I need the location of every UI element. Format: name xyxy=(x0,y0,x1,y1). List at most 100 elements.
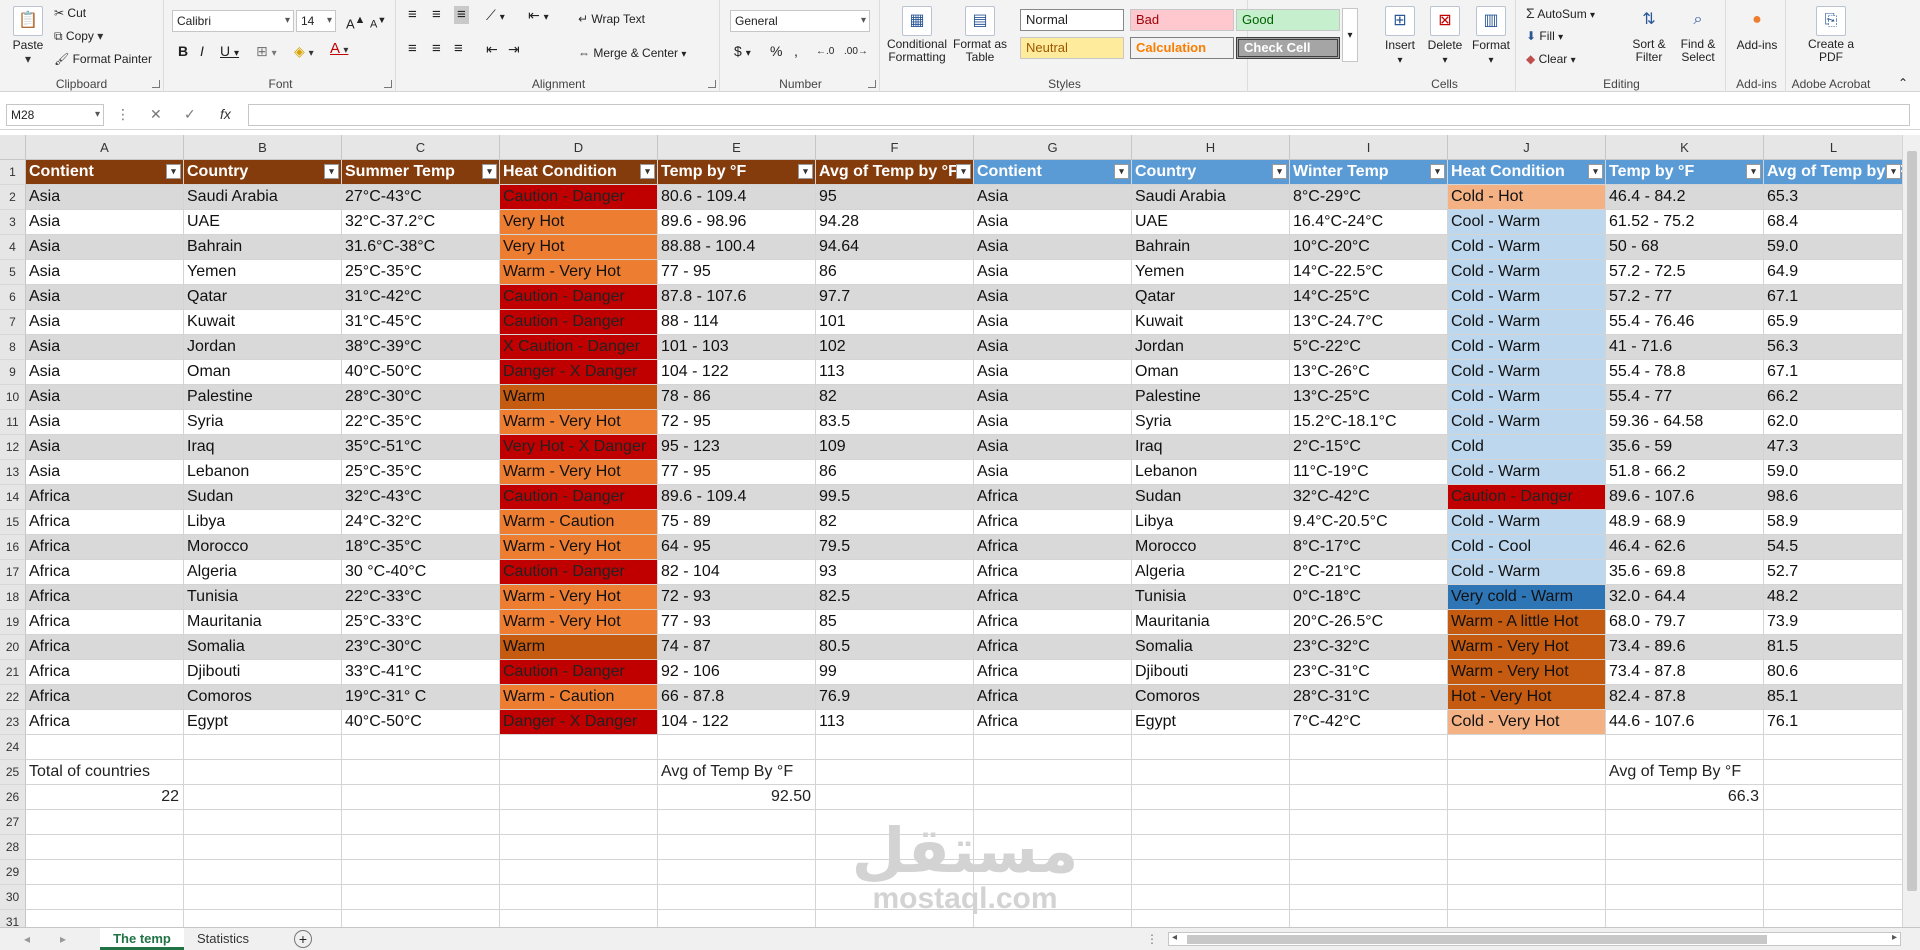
row-header[interactable]: 22 xyxy=(0,685,26,710)
empty-cell[interactable] xyxy=(658,835,816,860)
row-header[interactable]: 19 xyxy=(0,610,26,635)
enter-icon[interactable]: ✓ xyxy=(184,106,196,123)
empty-cell[interactable] xyxy=(1448,810,1606,835)
filter-dropdown-icon[interactable]: ▾ xyxy=(1114,164,1129,179)
empty-cell[interactable] xyxy=(184,910,342,927)
row-header[interactable]: 12 xyxy=(0,435,26,460)
empty-cell[interactable] xyxy=(816,810,974,835)
row-header[interactable]: 1 xyxy=(0,160,26,185)
row-header[interactable]: 31 xyxy=(0,910,26,927)
copy-button[interactable]: ⧉ Copy ▾ xyxy=(54,29,103,43)
empty-cell[interactable] xyxy=(26,835,184,860)
align-right-button[interactable]: ≡ xyxy=(454,41,463,56)
empty-cell[interactable] xyxy=(1448,785,1606,810)
empty-cell[interactable] xyxy=(1606,860,1764,885)
autosum-button[interactable]: Σ AutoSum ▾ xyxy=(1526,6,1595,23)
percent-button[interactable]: % xyxy=(770,44,782,58)
style-check-cell[interactable]: Check Cell xyxy=(1236,37,1340,59)
empty-cell[interactable] xyxy=(1290,835,1448,860)
next-sheet-icon[interactable]: ▸ xyxy=(60,932,66,946)
empty-cell[interactable] xyxy=(500,860,658,885)
empty-cell[interactable] xyxy=(1606,735,1764,760)
empty-cell[interactable] xyxy=(184,885,342,910)
empty-cell[interactable] xyxy=(342,860,500,885)
empty-cell[interactable] xyxy=(1764,910,1902,927)
empty-cell[interactable] xyxy=(816,835,974,860)
style-bad[interactable]: Bad xyxy=(1130,9,1234,31)
empty-cell[interactable] xyxy=(184,785,342,810)
empty-cell[interactable] xyxy=(184,810,342,835)
empty-cell[interactable] xyxy=(342,760,500,785)
column-header-j[interactable]: J xyxy=(1448,135,1606,160)
empty-cell[interactable] xyxy=(26,885,184,910)
horizontal-scroll-thumb[interactable] xyxy=(1187,935,1767,944)
row-header[interactable]: 30 xyxy=(0,885,26,910)
table-header[interactable]: Avg of Temp by °F ▾ xyxy=(1764,160,1902,185)
empty-cell[interactable] xyxy=(974,860,1132,885)
empty-cell[interactable] xyxy=(342,885,500,910)
empty-cell[interactable] xyxy=(658,910,816,927)
horizontal-scrollbar[interactable]: ◂ ▸ xyxy=(1168,932,1901,946)
empty-cell[interactable] xyxy=(1448,885,1606,910)
column-header-c[interactable]: C xyxy=(342,135,500,160)
filter-dropdown-icon[interactable]: ▾ xyxy=(1746,164,1761,179)
empty-cell[interactable] xyxy=(500,835,658,860)
empty-cell[interactable] xyxy=(26,810,184,835)
tab-split-handle[interactable]: ⋮ xyxy=(1146,932,1158,946)
table-header[interactable]: Country ▾ xyxy=(1132,160,1290,185)
empty-cell[interactable] xyxy=(974,810,1132,835)
empty-cell[interactable] xyxy=(974,760,1132,785)
filter-dropdown-icon[interactable]: ▾ xyxy=(640,164,655,179)
empty-cell[interactable] xyxy=(658,810,816,835)
table-header[interactable]: Summer Temp ▾ xyxy=(342,160,500,185)
empty-cell[interactable] xyxy=(1448,735,1606,760)
styles-gallery-more-button[interactable]: ▾ xyxy=(1342,8,1358,62)
style-normal[interactable]: Normal xyxy=(1020,9,1124,31)
empty-cell[interactable] xyxy=(1606,910,1764,927)
prev-sheet-icon[interactable]: ◂ xyxy=(24,932,30,946)
empty-cell[interactable] xyxy=(26,860,184,885)
empty-cell[interactable] xyxy=(1290,785,1448,810)
empty-cell[interactable] xyxy=(658,860,816,885)
collapse-ribbon-icon[interactable]: ⌃ xyxy=(1898,76,1908,90)
sort-filter-button[interactable]: ⇅ Sort & Filter xyxy=(1626,6,1672,64)
style-neutral[interactable]: Neutral xyxy=(1020,37,1124,59)
empty-cell[interactable] xyxy=(1132,885,1290,910)
empty-cell[interactable] xyxy=(500,885,658,910)
column-header-i[interactable]: I xyxy=(1290,135,1448,160)
add-sheet-icon[interactable]: + xyxy=(294,930,312,948)
empty-cell[interactable] xyxy=(342,810,500,835)
empty-cell[interactable] xyxy=(184,835,342,860)
column-header-e[interactable]: E xyxy=(658,135,816,160)
row-header[interactable]: 23 xyxy=(0,710,26,735)
table-header[interactable]: Winter Temp ▾ xyxy=(1290,160,1448,185)
empty-cell[interactable] xyxy=(658,735,816,760)
scroll-left-icon[interactable]: ◂ xyxy=(1172,932,1177,943)
empty-cell[interactable] xyxy=(1448,860,1606,885)
paste-button[interactable]: 📋 Paste ▾ xyxy=(6,6,50,66)
merge-center-button[interactable]: ⇔ Merge & Center ▾ xyxy=(578,46,686,62)
underline-button[interactable]: U ▾ xyxy=(220,44,239,61)
row-header[interactable]: 6 xyxy=(0,285,26,310)
align-left-button[interactable]: ≡ xyxy=(408,41,417,56)
empty-cell[interactable] xyxy=(1290,810,1448,835)
empty-cell[interactable] xyxy=(500,735,658,760)
table-header[interactable]: Contient ▾ xyxy=(974,160,1132,185)
empty-cell[interactable] xyxy=(342,735,500,760)
number-dialog-launcher[interactable] xyxy=(868,80,876,88)
empty-cell[interactable] xyxy=(816,885,974,910)
empty-cell[interactable] xyxy=(816,860,974,885)
empty-cell[interactable] xyxy=(1764,810,1902,835)
direction-button[interactable]: ⇤ ▾ xyxy=(528,8,549,25)
row-header[interactable]: 20 xyxy=(0,635,26,660)
empty-cell[interactable] xyxy=(1290,760,1448,785)
empty-cell[interactable] xyxy=(1290,885,1448,910)
filter-dropdown-icon[interactable]: ▾ xyxy=(798,164,813,179)
empty-cell[interactable] xyxy=(1132,810,1290,835)
empty-cell[interactable] xyxy=(974,885,1132,910)
row-header[interactable]: 3 xyxy=(0,210,26,235)
empty-cell[interactable] xyxy=(974,910,1132,927)
column-header-l[interactable]: L xyxy=(1764,135,1902,160)
cut-button[interactable]: ✂ Cut xyxy=(54,6,86,20)
font-size-dropdown[interactable]: 14 xyxy=(296,10,336,32)
